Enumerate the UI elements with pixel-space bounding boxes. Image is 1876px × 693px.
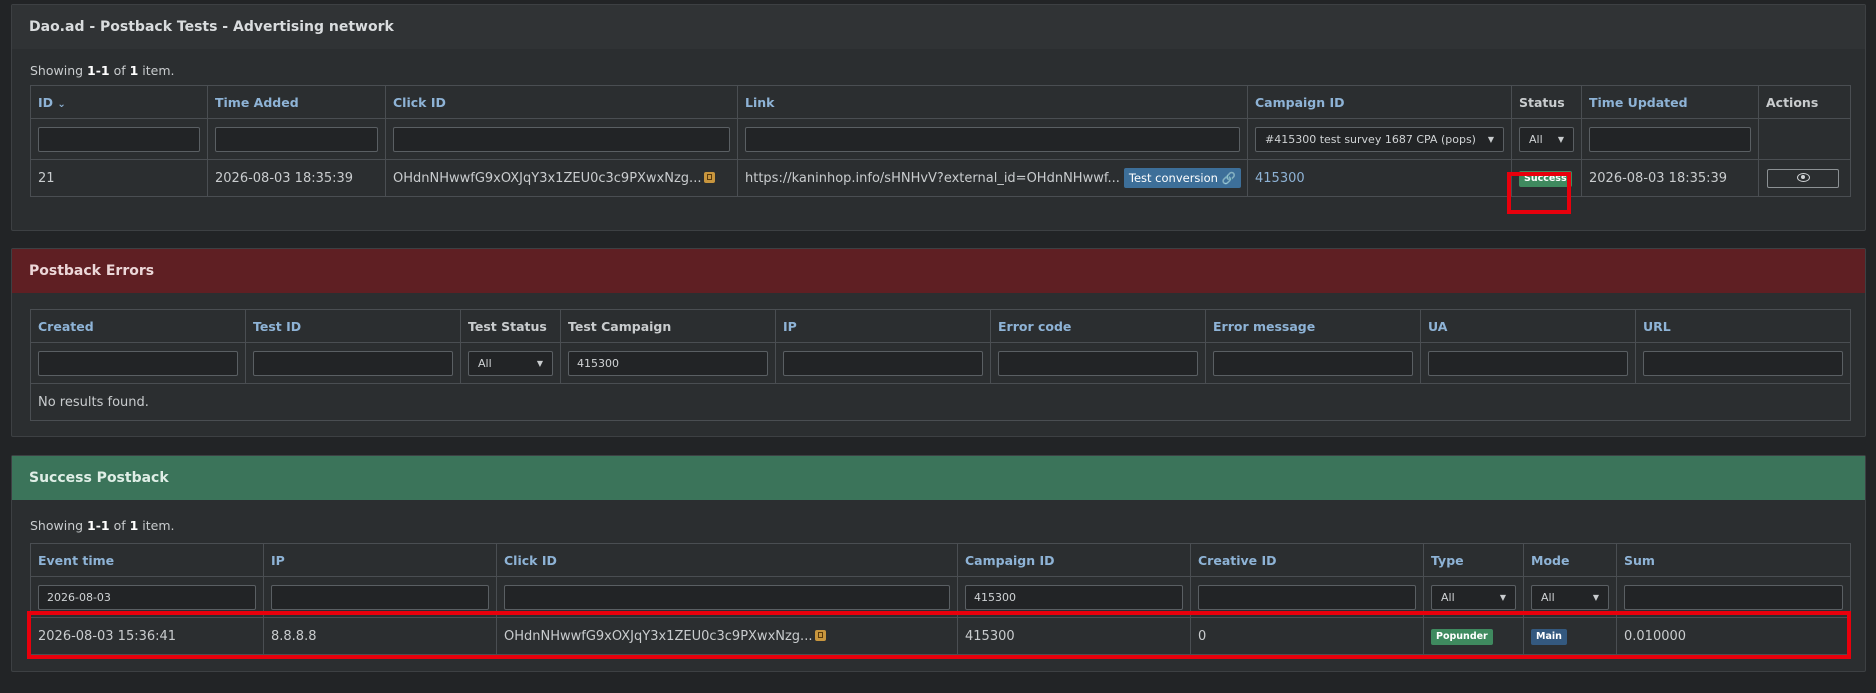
column-header-test-id[interactable]: Test ID [245,309,461,343]
filter-test-campaign-input[interactable]: 415300 [568,350,768,376]
column-header-test-campaign: Test Campaign [560,309,776,343]
filter-mode-select[interactable]: All ▼ [1531,584,1609,610]
column-header-creative-id[interactable]: Creative ID [1190,543,1424,577]
cell-link: https://kaninhop.info/sHNHvV?external_id… [737,159,1248,197]
filter-test-id-input[interactable] [253,350,453,376]
column-header-ua[interactable]: UA [1420,309,1636,343]
cell-campaign-id: 415300 [957,617,1191,655]
filter-link-input[interactable] [745,126,1240,152]
column-header-ip[interactable]: IP [263,543,497,577]
success-table: Event time IP Click ID Campaign ID Creat… [30,543,1851,655]
column-header-actions: Actions [1758,85,1851,119]
cell-ip: 8.8.8.8 [263,617,497,655]
column-header-error-message[interactable]: Error message [1205,309,1421,343]
filter-created-input[interactable] [38,350,238,376]
caret-down-icon: ▼ [1487,134,1494,144]
campaign-link[interactable]: 415300 [1255,171,1305,186]
column-header-event-time[interactable]: Event time [30,543,264,577]
filter-error-message-input[interactable] [1213,350,1413,376]
column-header-created[interactable]: Created [30,309,246,343]
test-conversion-button[interactable]: Test conversion 🔗 [1123,168,1241,188]
filter-click-id-input[interactable] [504,584,950,610]
cell-type: Popunder [1423,617,1524,655]
filter-creative-id-input[interactable] [1198,584,1416,610]
mode-badge: Main [1531,628,1567,645]
caret-down-icon: ▼ [1592,592,1599,602]
column-header-time-updated[interactable]: Time Updated [1581,85,1759,119]
cell-mode: Main [1523,617,1617,655]
column-header-mode[interactable]: Mode [1523,543,1617,577]
filter-error-code-input[interactable] [998,350,1198,376]
tests-table: ID ⌄ Time Added Click ID Link Campaign I… [30,85,1851,197]
column-header-id[interactable]: ID ⌄ [30,85,208,119]
empty-message: No results found. [30,383,1851,421]
panel-title: Dao.ad - Postback Tests - Advertising ne… [12,5,1865,49]
copy-icon[interactable] [815,629,827,641]
filter-time-updated-input[interactable] [1589,126,1751,152]
cell-event-time: 2026-08-03 15:36:41 [30,617,264,655]
cell-click-id: OHdnNHwwfG9xOXJqY3x1ZEU0c3c9PXwxNzg... [496,617,958,655]
panel-title: Success Postback [12,456,1865,500]
column-header-status: Status [1511,85,1582,119]
filter-time-added-input[interactable] [215,126,378,152]
filter-event-time-input[interactable]: 2026-08-03 [38,584,256,610]
filter-sum-input[interactable] [1624,584,1843,610]
success-postback-panel: Success Postback Showing 1-1 of 1 item. … [11,455,1866,672]
column-header-test-status: Test Status [460,309,561,343]
status-badge: Success [1519,170,1572,187]
eye-icon [1796,172,1810,182]
column-header-error-code[interactable]: Error code [990,309,1206,343]
filter-ua-input[interactable] [1428,350,1628,376]
view-button[interactable] [1767,168,1839,188]
postback-errors-panel: Postback Errors Created Test ID Test Sta… [11,248,1866,437]
type-badge: Popunder [1431,628,1493,645]
filter-type-select[interactable]: All ▼ [1431,584,1516,610]
column-header-campaign-id[interactable]: Campaign ID [1247,85,1512,119]
cell-creative-id: 0 [1190,617,1424,655]
filter-campaign-id-input[interactable]: 415300 [965,584,1183,610]
column-header-click-id[interactable]: Click ID [496,543,958,577]
errors-table: Created Test ID Test Status Test Campaig… [30,309,1851,421]
cell-campaign-id: 415300 [1247,159,1512,197]
column-header-ip[interactable]: IP [775,309,991,343]
caret-down-icon: ▼ [1499,592,1506,602]
caret-down-icon: ▼ [1557,134,1564,144]
cell-id: 21 [30,159,208,197]
filter-ip-input[interactable] [271,584,489,610]
filter-ip-input[interactable] [783,350,983,376]
filter-campaign-select[interactable]: #415300 test survey 1687 CPA (pops) ▼ [1255,126,1504,152]
column-header-campaign-id[interactable]: Campaign ID [957,543,1191,577]
filter-test-status-select[interactable]: All ▼ [468,350,553,376]
caret-down-icon: ▼ [536,358,543,368]
cell-time-added: 2026-08-03 18:35:39 [207,159,386,197]
postback-tests-panel: Dao.ad - Postback Tests - Advertising ne… [11,4,1866,231]
column-header-link[interactable]: Link [737,85,1248,119]
column-header-type[interactable]: Type [1423,543,1524,577]
column-header-click-id[interactable]: Click ID [385,85,738,119]
link-icon: 🔗 [1221,171,1236,185]
summary-text: Showing 1-1 of 1 item. [30,518,175,533]
cell-click-id: OHdnNHwwfG9xOXJqY3x1ZEU0c3c9PXwxNzg... [385,159,738,197]
panel-title: Postback Errors [12,249,1865,293]
filter-url-input[interactable] [1643,350,1843,376]
filter-id-input[interactable] [38,126,200,152]
table-row: 2026-08-03 15:36:41 8.8.8.8 OHdnNHwwfG9x… [30,617,1851,655]
copy-icon[interactable] [704,171,716,183]
column-header-url[interactable]: URL [1635,309,1851,343]
cell-sum: 0.010000 [1616,617,1851,655]
filter-click-id-input[interactable] [393,126,730,152]
column-header-sum[interactable]: Sum [1616,543,1851,577]
cell-actions [1758,159,1851,197]
summary-text: Showing 1-1 of 1 item. [30,63,175,78]
cell-status: Success [1511,159,1582,197]
filter-status-select[interactable]: All ▼ [1519,126,1574,152]
cell-time-updated: 2026-08-03 18:35:39 [1581,159,1759,197]
column-header-time-added[interactable]: Time Added [207,85,386,119]
table-row: 21 2026-08-03 18:35:39 OHdnNHwwfG9xOXJqY… [30,159,1851,197]
